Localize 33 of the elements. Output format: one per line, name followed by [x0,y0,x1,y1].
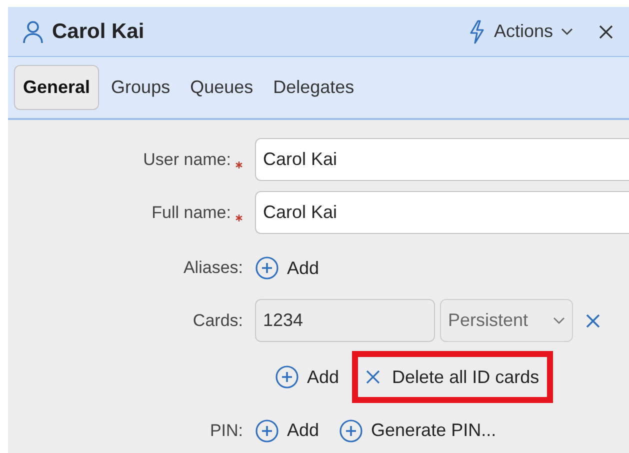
text-input-field[interactable]: Carol Kai [255,138,629,181]
tab[interactable]: Queues [182,65,262,110]
field-label: PIN: [210,420,243,442]
user-icon [22,20,44,44]
add-alias-link[interactable]: Add [255,254,320,282]
card-type-dropdown[interactable]: Persistent [440,299,573,342]
close-icon [366,370,380,384]
add-pin-link[interactable]: Add [255,417,320,444]
add-circle-icon [255,256,279,280]
add-circle-icon [275,365,299,389]
add-card-link[interactable]: Add [275,364,340,390]
card-number-field[interactable]: 1234 [255,299,435,342]
remove-card-button[interactable] [585,312,601,328]
actions-button[interactable]: Actions [468,18,573,46]
tab[interactable]: Delegates [265,65,362,110]
delete-all-cards-link[interactable]: Delete all ID cards [352,351,554,403]
text-input-field[interactable]: Carol Kai [255,191,629,234]
chevron-down-icon [561,28,573,36]
generate-pin-link[interactable]: Generate PIN... [339,417,496,444]
tab[interactable]: General [14,65,100,110]
add-circle-icon [339,418,364,442]
add-circle-icon [255,418,279,442]
lightning-icon [468,20,486,44]
window-title: Carol Kai [52,18,144,45]
tab[interactable]: Groups [103,65,178,110]
close-button[interactable] [599,24,613,39]
close-icon [585,312,601,328]
field-label: User name: [143,148,231,171]
field-label: Full name: [152,202,231,224]
field-label: Aliases: [183,257,243,280]
close-icon [599,24,613,39]
field-label: Cards: [192,310,243,332]
chevron-down-icon [553,316,565,324]
